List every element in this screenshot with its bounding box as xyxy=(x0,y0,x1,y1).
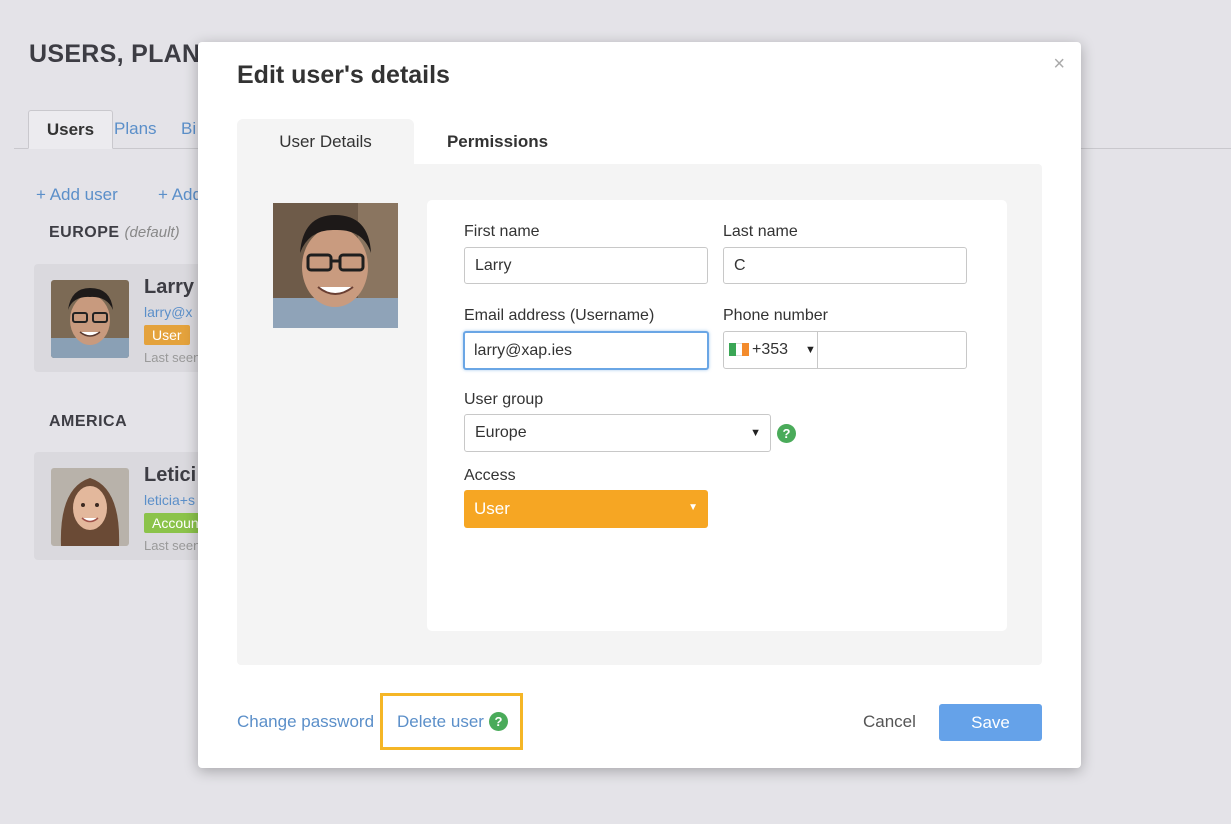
modal-title: Edit user's details xyxy=(237,61,450,89)
access-value: User xyxy=(474,499,510,518)
phone-label: Phone number xyxy=(723,307,828,324)
add-user-link[interactable]: + Add user xyxy=(36,185,118,205)
avatar xyxy=(51,468,129,546)
last-seen-text: Last seen xyxy=(144,350,201,365)
cancel-button[interactable]: Cancel xyxy=(863,712,916,732)
last-seen-text: Last seen xyxy=(144,538,201,553)
country-code: +353 xyxy=(752,341,789,358)
save-button[interactable]: Save xyxy=(939,704,1042,741)
ireland-flag-icon xyxy=(729,343,750,356)
user-card-leticia[interactable]: Letici leticia+s Accoun Last seen xyxy=(34,452,214,560)
group-title-america: AMERICA xyxy=(49,413,127,431)
delete-user-help-icon[interactable]: ? xyxy=(489,712,508,731)
tab-plans[interactable]: Plans xyxy=(114,110,157,149)
email-label: Email address (Username) xyxy=(464,307,655,324)
user-group-value: Europe xyxy=(475,424,527,441)
group-title-europe: EUROPE (default) xyxy=(49,224,180,242)
add-group-link[interactable]: + Add xyxy=(158,185,202,205)
page-title: USERS, PLANS xyxy=(29,40,218,68)
tab-users[interactable]: Users xyxy=(28,110,113,149)
user-card-larry[interactable]: Larry larry@x User Last seen xyxy=(34,264,214,372)
edit-user-modal: Edit user's details × User Details Permi… xyxy=(198,42,1081,768)
avatar xyxy=(51,280,129,358)
chevron-down-icon: ▼ xyxy=(750,427,761,439)
user-group-select[interactable]: Europe ▼ xyxy=(464,414,771,452)
chevron-down-icon: ▼ xyxy=(688,502,698,513)
user-group-label: User group xyxy=(464,391,544,408)
tab-permissions[interactable]: Permissions xyxy=(414,119,581,164)
last-name-label: Last name xyxy=(723,223,798,240)
tab-user-details[interactable]: User Details xyxy=(237,119,414,164)
phone-input[interactable] xyxy=(819,332,966,368)
last-name-input[interactable] xyxy=(723,247,967,284)
profile-photo[interactable] xyxy=(273,203,398,328)
group-default-note: (default) xyxy=(124,224,180,241)
group-name: EUROPE xyxy=(49,224,120,241)
user-email: leticia+s xyxy=(144,492,195,508)
user-email: larry@x xyxy=(144,304,193,320)
close-icon[interactable]: × xyxy=(1053,54,1065,74)
first-name-input[interactable] xyxy=(464,247,708,284)
first-name-label: First name xyxy=(464,223,540,240)
user-name: Larry xyxy=(144,276,195,298)
delete-user-link[interactable]: Delete user xyxy=(397,712,484,732)
group-name: AMERICA xyxy=(49,413,128,430)
email-input[interactable] xyxy=(463,331,709,370)
access-label: Access xyxy=(464,467,516,484)
role-badge: User xyxy=(144,325,190,345)
country-code-select[interactable]: +353 ▼ xyxy=(724,332,818,368)
user-form: First name Last name Email address (User… xyxy=(427,200,1007,631)
chevron-down-icon: ▼ xyxy=(805,344,816,356)
change-password-link[interactable]: Change password xyxy=(237,712,374,732)
user-group-help-icon[interactable]: ? xyxy=(777,424,796,443)
user-details-panel: First name Last name Email address (User… xyxy=(237,164,1042,665)
tab-billing[interactable]: Bi xyxy=(181,110,196,149)
access-select[interactable]: User ▼ xyxy=(464,490,708,528)
phone-field: +353 ▼ xyxy=(723,331,967,369)
user-name: Letici xyxy=(144,464,197,486)
